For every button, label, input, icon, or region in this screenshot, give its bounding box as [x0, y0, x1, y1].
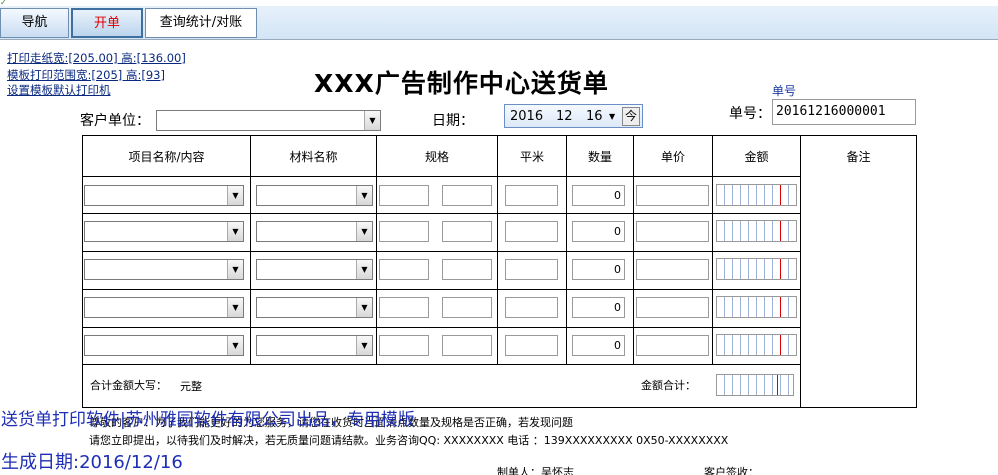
chevron-down-icon[interactable]: ▼: [227, 222, 243, 241]
order-number-caption: 单号: [772, 84, 797, 98]
unit-price-input[interactable]: [636, 259, 709, 280]
chevron-down-icon[interactable]: ▼: [227, 260, 243, 279]
chevron-down-icon[interactable]: ▼: [364, 111, 380, 130]
tab-query-statistics[interactable]: 查询统计/对账: [145, 8, 257, 38]
chevron-down-icon[interactable]: ▼: [227, 186, 243, 205]
header-spec: 规格: [424, 150, 449, 164]
spec-width-input[interactable]: [379, 259, 429, 280]
item-select[interactable]: ▼: [84, 335, 244, 356]
sqm-input[interactable]: [505, 297, 558, 318]
notes-line-2: 请您立即提出，以待我们及时解决，若无质量问题请结款。业务咨询QQ: XXXXXX…: [89, 434, 729, 447]
page-title: XXX广告制作中心送货单: [314, 69, 609, 98]
spec-width-input[interactable]: [379, 335, 429, 356]
spec-height-input[interactable]: [442, 221, 492, 242]
chevron-down-icon[interactable]: ▼: [356, 298, 372, 317]
unit-price-input[interactable]: [636, 297, 709, 318]
header-item-name: 项目名称/内容: [128, 150, 205, 164]
order-number-field[interactable]: 20161216000001: [772, 99, 916, 125]
date-year[interactable]: 2016: [510, 107, 543, 126]
chevron-down-icon[interactable]: ▼: [227, 298, 243, 317]
chevron-down-icon[interactable]: ▼: [356, 186, 372, 205]
customer-select[interactable]: ▼: [156, 110, 381, 131]
spec-height-input[interactable]: [442, 259, 492, 280]
quantity-input[interactable]: 0: [572, 297, 625, 318]
amount-field: [716, 296, 797, 318]
date-label: 日期：: [432, 113, 474, 129]
spec-height-input[interactable]: [442, 185, 492, 206]
item-select[interactable]: ▼: [84, 259, 244, 280]
customer-signature: 客户签收：: [704, 466, 759, 475]
sqm-input[interactable]: [505, 185, 558, 206]
material-select[interactable]: ▼: [256, 297, 373, 318]
spec-width-input[interactable]: [379, 221, 429, 242]
material-select[interactable]: ▼: [256, 259, 373, 280]
sqm-input[interactable]: [505, 335, 558, 356]
item-select[interactable]: ▼: [84, 185, 244, 206]
quantity-input[interactable]: 0: [572, 221, 625, 242]
date-month[interactable]: 12: [556, 107, 573, 126]
chevron-down-icon[interactable]: ▼: [227, 336, 243, 355]
total-amount-label: 金额合计：: [641, 379, 696, 392]
amount-field: [716, 334, 797, 356]
print-range-link[interactable]: 模板打印范围宽:[205] 高:[93]: [7, 67, 165, 83]
spec-width-input[interactable]: [379, 185, 429, 206]
item-select[interactable]: ▼: [84, 297, 244, 318]
spec-width-input[interactable]: [379, 297, 429, 318]
spec-height-input[interactable]: [442, 297, 492, 318]
generated-date-watermark: 生成日期:2016/12/16: [1, 452, 183, 473]
order-number-label: 单号：: [729, 106, 771, 122]
sqm-input[interactable]: [505, 221, 558, 242]
total-amount-field: [716, 374, 794, 396]
delivery-note-window: ✓ 导航 开单 查询统计/对账 打印走纸宽:[205.00] 高:[136.00…: [0, 0, 998, 475]
tab-create-order[interactable]: 开单: [71, 8, 143, 38]
today-button[interactable]: 今: [622, 107, 640, 126]
tab-navigation[interactable]: 导航: [0, 8, 69, 38]
header-sqm: 平米: [519, 150, 544, 164]
header-material: 材料名称: [289, 150, 338, 164]
spec-height-input[interactable]: [442, 335, 492, 356]
total-words-value: 元整: [180, 380, 202, 393]
quantity-input[interactable]: 0: [572, 259, 625, 280]
total-words-label: 合计金额大写：: [90, 379, 167, 392]
sqm-input[interactable]: [505, 259, 558, 280]
maker-signature: 制单人：吴怀志: [497, 466, 574, 475]
check-icon: ✓: [0, 0, 7, 7]
software-watermark: 送货单打印软件|苏州雅园软件有限公司出品，专用模版: [1, 410, 415, 430]
chevron-down-icon[interactable]: ▼: [356, 336, 372, 355]
item-select[interactable]: ▼: [84, 221, 244, 242]
date-picker[interactable]: 2016 12 16 ▼ 今: [504, 104, 643, 128]
print-paper-size-link[interactable]: 打印走纸宽:[205.00] 高:[136.00]: [7, 50, 186, 66]
unit-price-input[interactable]: [636, 185, 709, 206]
amount-field: [716, 220, 797, 242]
header-quantity: 数量: [587, 150, 612, 164]
unit-price-input[interactable]: [636, 335, 709, 356]
amount-field: [716, 258, 797, 280]
chevron-down-icon[interactable]: ▼: [356, 222, 372, 241]
tab-bar: ✓ 导航 开单 查询统计/对账: [0, 0, 998, 40]
default-printer-link[interactable]: 设置模板默认打印机: [7, 82, 111, 98]
header-amount: 金额: [744, 150, 769, 164]
material-select[interactable]: ▼: [256, 335, 373, 356]
amount-field: [716, 184, 797, 206]
unit-price-input[interactable]: [636, 221, 709, 242]
quantity-input[interactable]: 0: [572, 335, 625, 356]
date-spin-icon[interactable]: ▼: [609, 107, 615, 126]
material-select[interactable]: ▼: [256, 185, 373, 206]
date-day[interactable]: 16: [586, 107, 603, 126]
chevron-down-icon[interactable]: ▼: [356, 260, 372, 279]
header-unit-price: 单价: [660, 150, 685, 164]
material-select[interactable]: ▼: [256, 221, 373, 242]
quantity-input[interactable]: 0: [572, 185, 625, 206]
top-strip: [0, 0, 998, 6]
header-remarks: 备注: [846, 150, 871, 164]
customer-label: 客户单位：: [80, 113, 150, 129]
